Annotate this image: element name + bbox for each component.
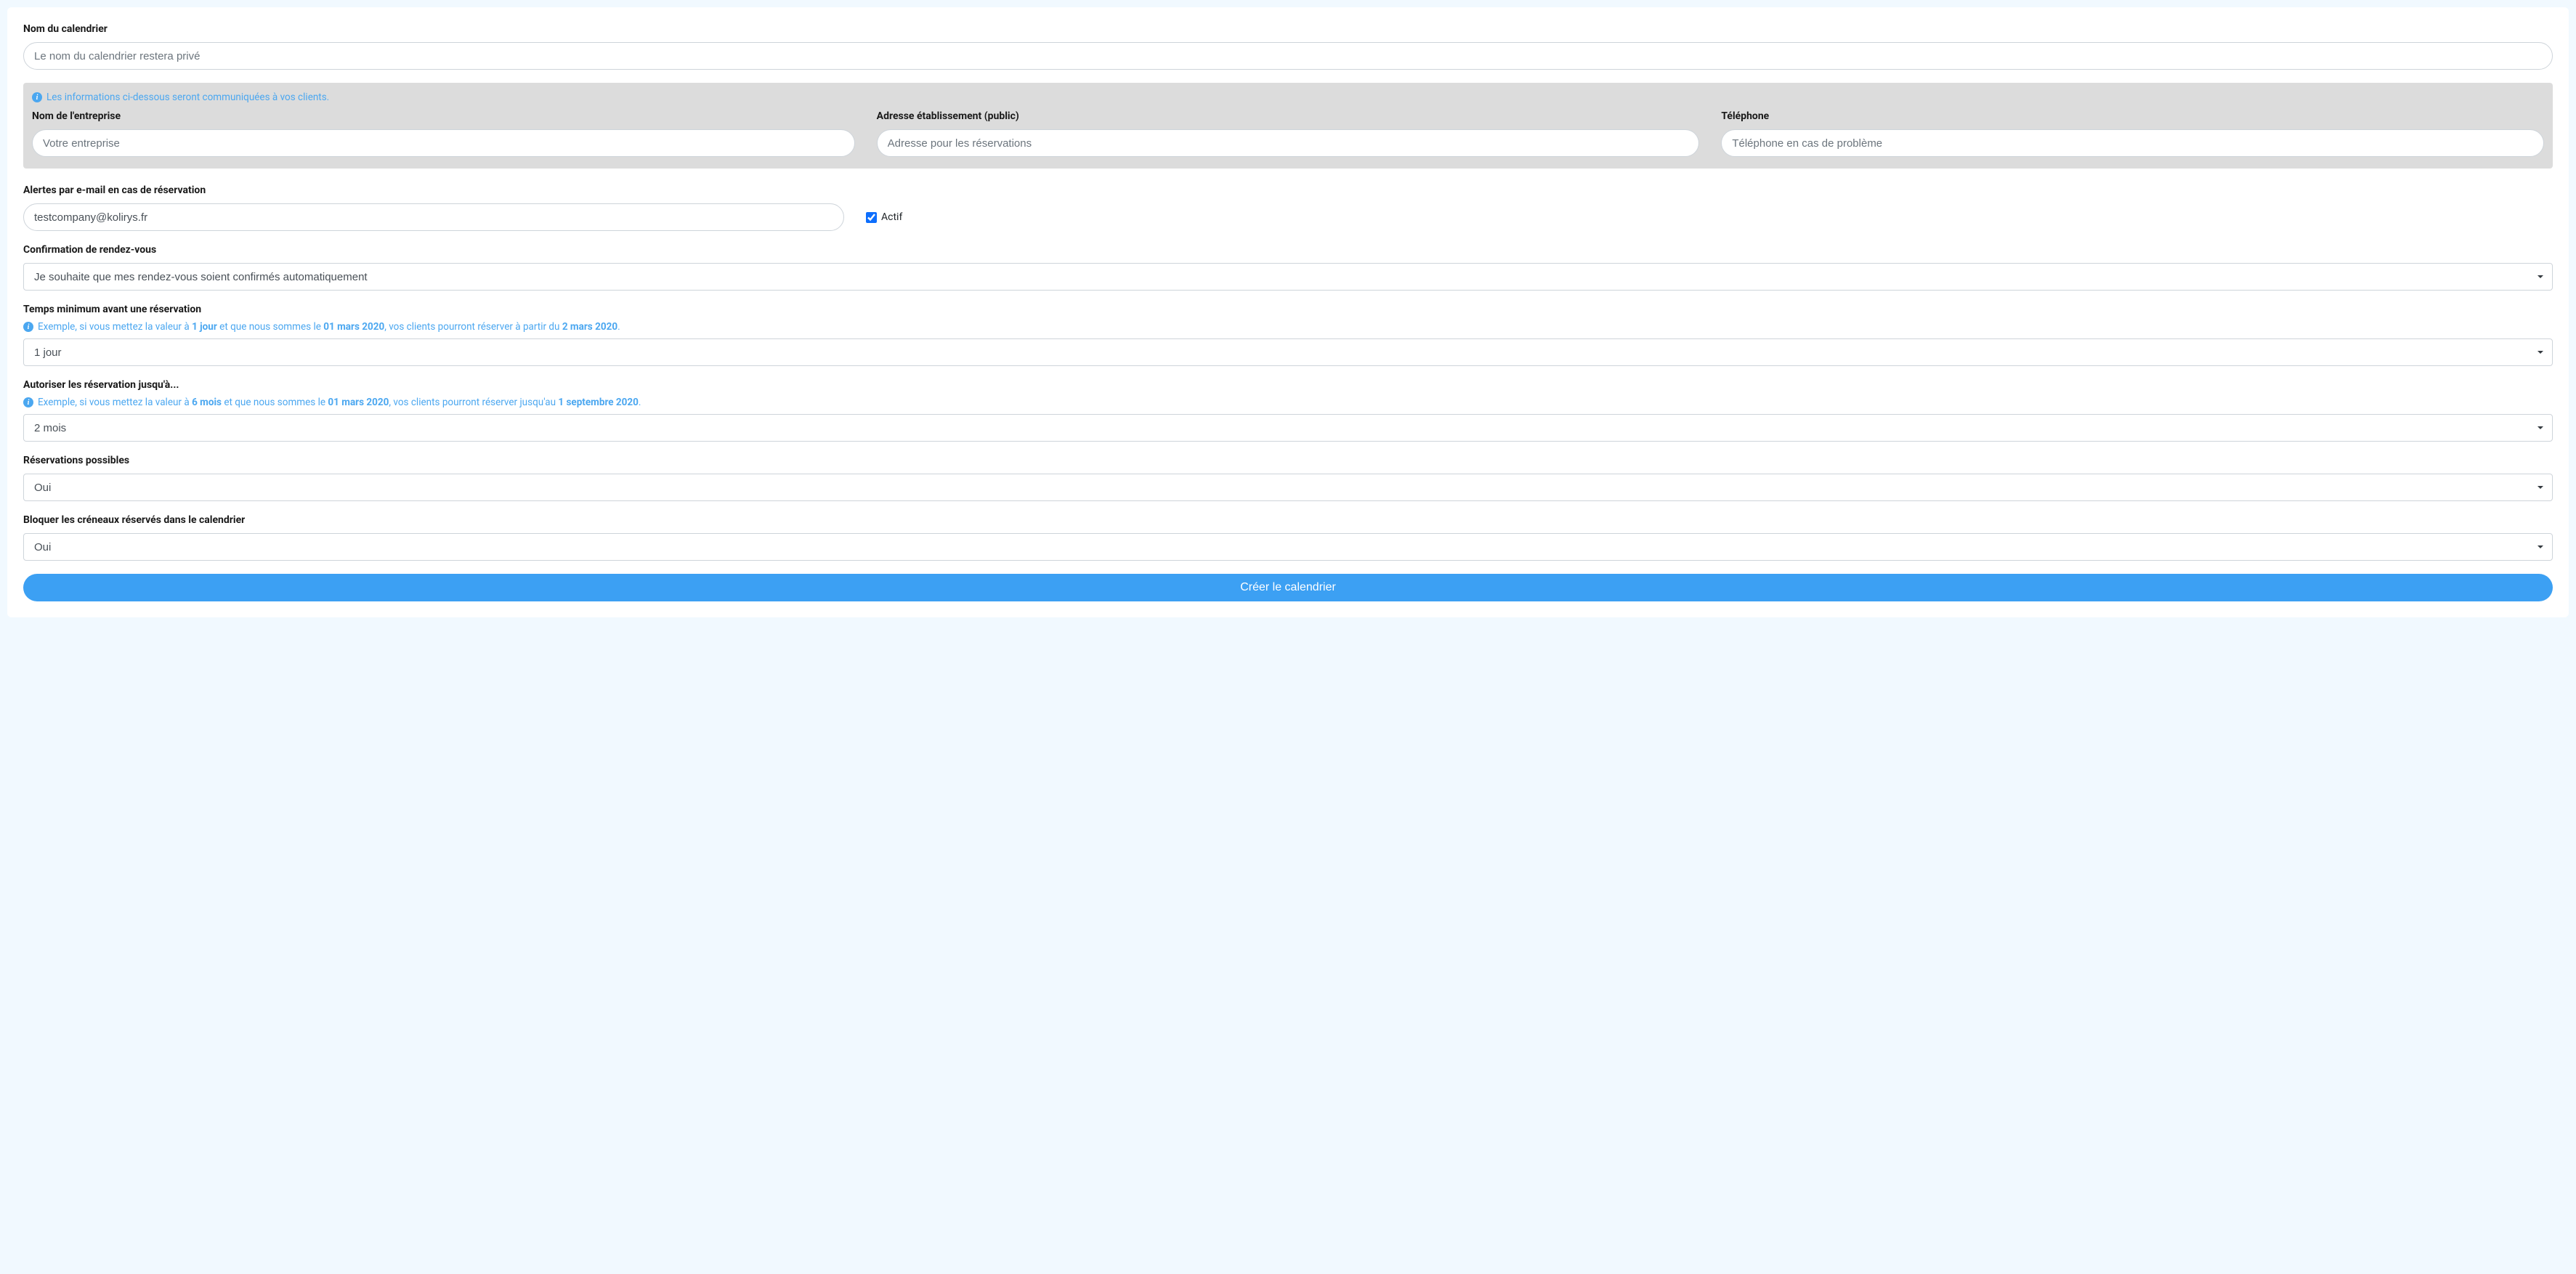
confirmation-group: Confirmation de rendez-vous Je souhaite … xyxy=(23,244,2553,291)
confirmation-select[interactable]: Je souhaite que mes rendez-vous soient c… xyxy=(23,263,2553,291)
phone-label: Téléphone xyxy=(1721,110,2544,122)
calendar-name-input[interactable] xyxy=(23,42,2553,70)
block-slots-label: Bloquer les créneaux réservés dans le ca… xyxy=(23,514,2553,526)
max-time-hint: i Exemple, si vous mettez la valeur à 6 … xyxy=(23,397,2553,408)
email-alerts-label: Alertes par e-mail en cas de réservation xyxy=(23,184,2553,196)
email-alerts-active-checkbox[interactable] xyxy=(866,212,877,223)
address-group: Adresse établissement (public) xyxy=(877,110,1700,157)
min-time-group: Temps minimum avant une réservation i Ex… xyxy=(23,304,2553,366)
public-info-box: i Les informations ci-dessous seront com… xyxy=(23,83,2553,169)
address-label: Adresse établissement (public) xyxy=(877,110,1700,122)
email-alerts-group: Alertes par e-mail en cas de réservation… xyxy=(23,184,2553,231)
max-time-select[interactable]: 2 mois xyxy=(23,414,2553,442)
phone-group: Téléphone xyxy=(1721,110,2544,157)
max-time-label: Autoriser les réservation jusqu'à... xyxy=(23,379,2553,391)
min-time-label: Temps minimum avant une réservation xyxy=(23,304,2553,315)
calendar-name-label: Nom du calendrier xyxy=(23,23,2553,35)
public-info-notice: i Les informations ci-dessous seront com… xyxy=(32,92,2544,103)
company-input[interactable] xyxy=(32,129,855,157)
min-time-select[interactable]: 1 jour xyxy=(23,338,2553,366)
email-alerts-active-label: Actif xyxy=(881,211,902,223)
block-slots-group: Bloquer les créneaux réservés dans le ca… xyxy=(23,514,2553,561)
info-icon: i xyxy=(23,322,33,332)
email-alerts-active-wrap: Actif xyxy=(866,211,902,223)
info-icon: i xyxy=(32,92,42,102)
email-alerts-input[interactable] xyxy=(23,203,844,231)
company-label: Nom de l'entreprise xyxy=(32,110,855,122)
calendar-name-group: Nom du calendrier xyxy=(23,23,2553,70)
public-info-notice-text: Les informations ci-dessous seront commu… xyxy=(46,92,329,103)
address-input[interactable] xyxy=(877,129,1700,157)
reservations-possible-group: Réservations possibles Oui xyxy=(23,455,2553,501)
info-icon: i xyxy=(23,397,33,407)
block-slots-select[interactable]: Oui xyxy=(23,533,2553,561)
reservations-possible-label: Réservations possibles xyxy=(23,455,2553,466)
form-card: Nom du calendrier i Les informations ci-… xyxy=(7,7,2569,617)
reservations-possible-select[interactable]: Oui xyxy=(23,474,2553,501)
create-calendar-button[interactable]: Créer le calendrier xyxy=(23,574,2553,601)
min-time-hint: i Exemple, si vous mettez la valeur à 1 … xyxy=(23,321,2553,333)
phone-input[interactable] xyxy=(1721,129,2544,157)
confirmation-label: Confirmation de rendez-vous xyxy=(23,244,2553,256)
company-group: Nom de l'entreprise xyxy=(32,110,855,157)
max-time-group: Autoriser les réservation jusqu'à... i E… xyxy=(23,379,2553,442)
